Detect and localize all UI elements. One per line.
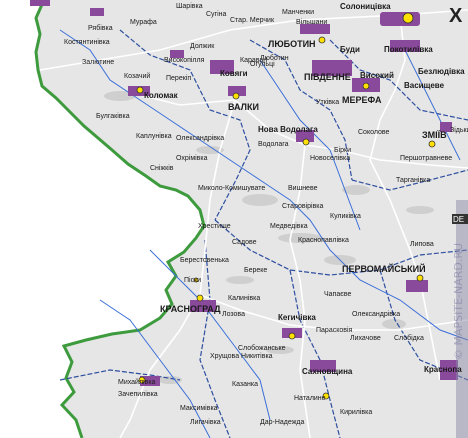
label-natalyne: Наталине: [294, 395, 326, 402]
label-mosk: Козачий: [124, 72, 150, 80]
label-kostiantynivka: Костянтинівка: [64, 38, 110, 46]
city-marker-merefa: [362, 82, 370, 90]
label-kehychivka: Кегичівка: [278, 313, 316, 322]
label-budy: Буди: [340, 45, 360, 54]
label-vysokyi: Високий: [360, 71, 394, 80]
city-marker-zmiiv: [428, 140, 436, 148]
label-vasyshcheve: Васищеве: [404, 81, 445, 90]
label-pivdenne: ПІВДЕННЕ: [304, 72, 351, 82]
label-utkivka: Утківка: [316, 98, 339, 106]
label-zidky: Зідьки: [450, 126, 468, 134]
label-de-tag: DE: [453, 215, 464, 224]
label-vodolaga: Водолага: [258, 141, 289, 148]
label-zaliutyne: Залютине: [82, 59, 114, 66]
label-pershotravneve: Першотравневе: [400, 155, 452, 162]
label-khrushchova: Хрущова Никитівка: [210, 352, 273, 360]
label-perekip: Перекіп: [166, 74, 191, 82]
label-valky: ВАЛКИ: [228, 102, 259, 112]
city-marker-liubotyn: [318, 36, 326, 44]
label-sharivka: Шарівка: [176, 2, 203, 10]
label-tarhanivka: Тарганівка: [396, 176, 430, 184]
label-sukhyn: Сугіна: [206, 10, 227, 18]
label-dar-nadezhda: Дар-Надежда: [260, 419, 304, 426]
label-pervomaiskyi: ПЕРВОМАЙСЬКИЙ: [342, 263, 426, 274]
label-krasnopavlivka: Краснопавлівка: [298, 236, 349, 244]
label-lykhachove: Лихачове: [350, 335, 381, 342]
label-khrestyshche: Хрестище: [198, 223, 231, 230]
label-lyhova: Липова: [410, 241, 434, 248]
oblast-map: Х Солоницівка Вільшани ЛЮБОТИН Буди Поко…: [30, 0, 468, 438]
label-kulykivka: Куликівка: [330, 212, 361, 220]
label-bezliudivka: Безлюдівка: [418, 67, 465, 76]
label-oleksandrivka: Олександрівка: [176, 134, 224, 142]
label-sokolove: Соколове: [358, 129, 390, 136]
city-marker-krasnohrad: [196, 294, 204, 302]
label-kirylivka: Кирилівка: [340, 408, 372, 416]
label-ryabovka: Рябівка: [88, 24, 113, 32]
label-kegychivka-small: Слобожанське: [238, 344, 286, 352]
city-marker-kharkiv: [402, 12, 414, 24]
label-ogultsi: Огульці: [250, 60, 275, 68]
label-pisky: Піски: [184, 276, 201, 284]
label-mykhailivka: Михайлівка: [118, 378, 156, 386]
label-nova-vodolaha: Нова Водолага: [258, 125, 318, 134]
label-bereka: Береке: [244, 267, 267, 274]
label-merefa: МЕРЕФА: [342, 95, 382, 105]
label-novoselivka: Новоселівка: [310, 154, 350, 162]
label-zmiiv: ЗМІЇВ: [422, 130, 447, 140]
label-kalynivka: Калинівка: [228, 294, 260, 302]
label-dolzhyk: Должик: [190, 43, 215, 50]
label-kazanka: Казанка: [232, 381, 258, 388]
label-oleksandrivka2: Олександрівка: [352, 310, 400, 318]
label-sadove: Садове: [232, 239, 257, 246]
label-paraskovia: Парасковія: [316, 326, 353, 334]
label-bulhakivka: Булгаківка: [96, 112, 130, 120]
label-pokotylivka: Покотилівка: [384, 45, 433, 54]
label-slobidka: Слобідка: [394, 334, 424, 342]
label-murafa: Мурафа: [130, 19, 157, 26]
label-solonytsivka: Солоницівка: [340, 2, 391, 11]
label-vyshneve: Вишневе: [288, 185, 318, 192]
label-okhrimivka: Охрімівка: [176, 154, 208, 162]
label-maksymivka: Максимівка: [180, 404, 218, 412]
label-mankhenky: Манченки: [282, 9, 314, 16]
label-kaplunivka: Каплунівка: [136, 132, 172, 140]
label-berestovenka: Берестовенька: [180, 257, 229, 264]
label-zachepylivka: Зачепилівка: [118, 390, 158, 398]
label-sakhnovshchyna: Сахновщина: [302, 367, 353, 376]
label-starovirivka: Старовірівка: [282, 202, 324, 210]
label-birky: Бірки: [334, 146, 351, 154]
label-kovyahy: Ковяги: [220, 69, 248, 78]
city-marker-kolomak: [136, 86, 144, 94]
city-marker-kehychivka: [288, 332, 296, 340]
label-vysopillia: Високопілля: [164, 56, 205, 64]
label-lihachovka: Лигачівка: [190, 418, 221, 426]
label-kolomak: Коломак: [144, 91, 179, 100]
label-star-merchyk: Стар. Мерчик: [230, 17, 275, 24]
label-krasnohrad: КРАСНОГРАД: [160, 304, 221, 314]
city-marker-pervomaiskyi: [416, 274, 424, 282]
label-krasnohrad-right: Краснопа: [424, 365, 462, 374]
label-chapaieve: Чапаєве: [324, 291, 351, 298]
label-vilshany: Вільшани: [296, 18, 327, 26]
label-medvedivka: Медведівка: [270, 222, 308, 230]
watermark: © MAPSITE-NARD.RU: [452, 243, 465, 360]
label-mykola-komyshuvate: Миколо-Комишувате: [198, 185, 265, 192]
label-kharkiv-letter: Х: [449, 5, 463, 27]
city-marker-nova-vodolaha: [302, 138, 310, 146]
label-liubotyn: ЛЮБОТИН: [268, 39, 316, 49]
label-lozova-left: Лозова: [222, 311, 245, 318]
city-marker-valky: [232, 92, 240, 100]
label-snizhkiv: Сніжків: [150, 164, 174, 172]
